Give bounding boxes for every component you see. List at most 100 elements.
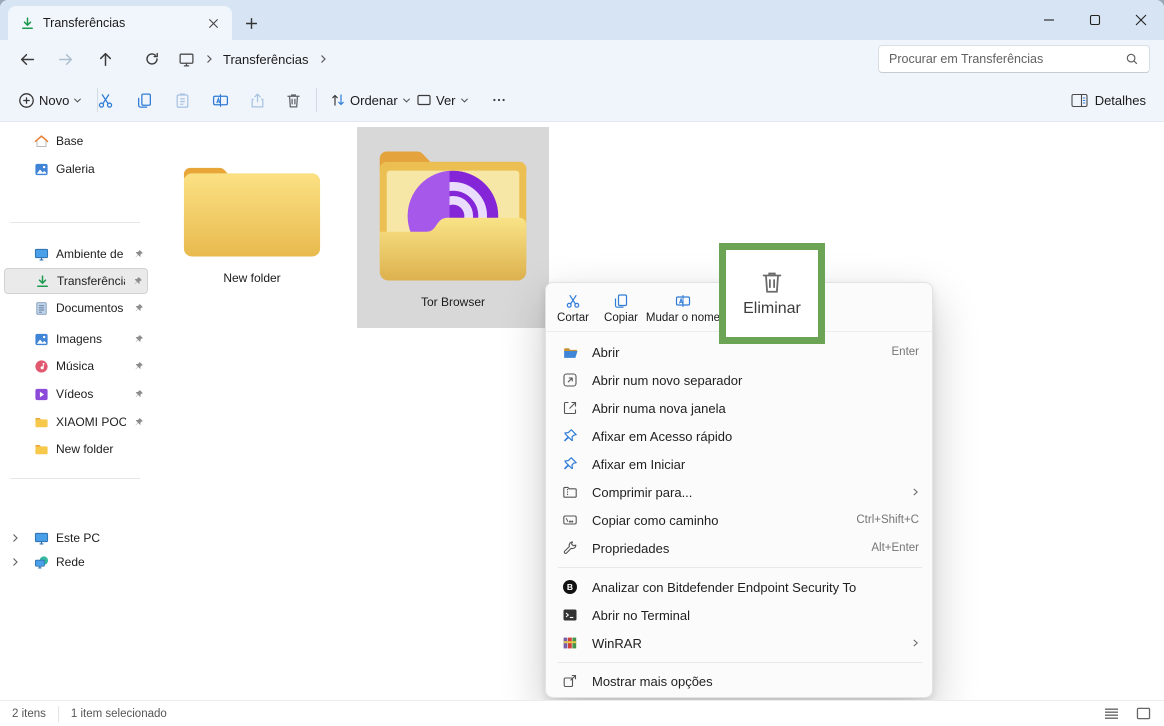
item-count: 2 itens	[0, 706, 59, 722]
menu-item-propriedades[interactable]: Propriedades Alt+Enter	[551, 534, 929, 562]
toolbar-divider	[316, 88, 317, 112]
details-pane-button[interactable]: Detalhes	[1071, 85, 1146, 115]
sidebar-item-musica[interactable]: Música	[4, 353, 148, 379]
new-button[interactable]: Novo	[10, 85, 90, 115]
close-button[interactable]	[1118, 0, 1164, 40]
sidebar-item-label: Ambiente de tra	[56, 247, 126, 261]
cut-command-button[interactable]: Cortar	[552, 288, 594, 328]
folder-icon	[34, 415, 49, 430]
title-bar: Transferências	[0, 0, 1164, 40]
menu-item-label: Afixar em Iniciar	[592, 457, 919, 472]
maximize-button[interactable]	[1072, 0, 1118, 40]
more-options-button[interactable]	[488, 89, 510, 111]
gallery-icon	[34, 162, 49, 177]
menu-item-label: Analizar con Bitdefender Endpoint Securi…	[592, 580, 919, 595]
search-input[interactable]: Procurar em Transferências	[878, 45, 1150, 73]
tab-transferencias[interactable]: Transferências	[8, 6, 232, 40]
sidebar-separator	[10, 478, 140, 479]
refresh-button[interactable]	[137, 44, 167, 74]
menu-item-copiar-como-caminho[interactable]: Copiar como caminho Ctrl+Shift+C	[551, 506, 929, 534]
tab-close-icon[interactable]	[202, 12, 224, 34]
paste-button[interactable]	[171, 89, 193, 111]
cut-command-label: Cortar	[557, 312, 589, 324]
pin-icon	[561, 427, 579, 445]
minimize-button[interactable]	[1026, 0, 1072, 40]
list-view-toggle[interactable]	[1100, 703, 1122, 723]
home-icon	[34, 134, 49, 149]
open-folder-icon	[561, 343, 579, 361]
selection-count: 1 item selecionado	[59, 706, 179, 722]
delete-command-label[interactable]: Eliminar	[743, 300, 801, 318]
menu-item-afixar-iniciar[interactable]: Afixar em Iniciar	[551, 450, 929, 478]
search-icon[interactable]	[1125, 52, 1139, 66]
menu-item-abrir-nova-janela[interactable]: Abrir numa nova janela	[551, 394, 929, 422]
breadcrumb: Transferências	[178, 44, 327, 74]
sidebar-item-xiaomi-poco[interactable]: XIAOMI POCO F	[4, 409, 148, 435]
forward-button[interactable]	[50, 44, 80, 74]
menu-item-afixar-acesso-rapido[interactable]: Afixar em Acesso rápido	[551, 422, 929, 450]
view-button[interactable]: Ver	[408, 85, 477, 115]
pin-icon	[134, 417, 144, 427]
menu-item-abrir-novo-separador[interactable]: Abrir num novo separador	[551, 366, 929, 394]
menu-item-label: Comprimir para...	[592, 485, 899, 500]
music-icon	[34, 359, 49, 374]
menu-item-winrar[interactable]: WinRAR	[551, 629, 929, 657]
pin-icon	[561, 455, 579, 473]
breadcrumb-segment[interactable]: Transferências	[223, 52, 309, 67]
sidebar: Base Galeria Ambiente de tra Transferênc…	[0, 122, 152, 700]
new-plus-icon	[18, 92, 35, 109]
command-bar: Novo Ordenar	[0, 78, 1164, 122]
menu-item-abrir-terminal[interactable]: Abrir no Terminal	[551, 601, 929, 629]
sidebar-item-label: Imagens	[56, 332, 126, 346]
rename-command-button[interactable]: Mudar o nome	[644, 288, 722, 328]
sidebar-item-imagens[interactable]: Imagens	[4, 326, 148, 352]
wrench-icon	[561, 539, 579, 557]
search-placeholder: Procurar em Transferências	[889, 52, 1125, 66]
sort-button[interactable]: Ordenar	[322, 85, 419, 115]
sidebar-item-label: Música	[56, 359, 126, 373]
copy-button[interactable]	[133, 89, 155, 111]
delete-command-icon[interactable]	[759, 269, 785, 295]
menu-item-label: Copiar como caminho	[592, 513, 843, 528]
up-button[interactable]	[90, 44, 120, 74]
sidebar-item-ambiente-de-trabalho[interactable]: Ambiente de tra	[4, 241, 148, 267]
sort-icon	[330, 92, 346, 108]
sidebar-item-transferencias[interactable]: Transferências	[4, 268, 148, 294]
chevron-down-icon	[460, 97, 469, 104]
menu-item-label: Abrir numa nova janela	[592, 401, 919, 416]
compress-zip-icon	[561, 483, 579, 501]
new-tab-button[interactable]	[240, 12, 262, 34]
sidebar-item-base[interactable]: Base	[4, 128, 148, 154]
delete-button[interactable]	[282, 89, 304, 111]
file-tile-tor-browser[interactable]: Tor Browser	[357, 127, 549, 328]
sidebar-item-label: Rede	[56, 555, 144, 569]
sidebar-item-documentos[interactable]: Documentos	[4, 295, 148, 321]
this-pc-icon[interactable]	[178, 51, 195, 68]
sidebar-item-label: Vídeos	[56, 387, 126, 401]
file-explorer-window: Transferências	[0, 0, 1164, 726]
sidebar-item-label: New folder	[56, 442, 144, 456]
pin-icon	[133, 276, 143, 286]
sidebar-item-rede[interactable]: Rede	[4, 549, 148, 575]
sidebar-item-label: Documentos	[56, 301, 126, 315]
copy-command-button[interactable]: Copiar	[598, 288, 644, 328]
more-options-icon	[561, 672, 579, 690]
menu-item-mostrar-mais-opcoes[interactable]: Mostrar mais opções	[551, 667, 929, 695]
cut-button[interactable]	[94, 89, 116, 111]
open-in-new-window-icon	[561, 399, 579, 417]
file-name: Tor Browser	[357, 295, 549, 309]
large-icons-view-toggle[interactable]	[1132, 703, 1154, 723]
menu-item-comprimir-para[interactable]: Comprimir para...	[551, 478, 929, 506]
file-tile-new-folder[interactable]: New folder	[156, 127, 348, 328]
sidebar-item-videos[interactable]: Vídeos	[4, 381, 148, 407]
status-bar: 2 itens 1 item selecionado	[0, 700, 1164, 726]
back-button[interactable]	[12, 44, 42, 74]
sidebar-item-new-folder[interactable]: New folder	[4, 436, 148, 462]
sidebar-item-galeria[interactable]: Galeria	[4, 156, 148, 182]
sidebar-item-este-pc[interactable]: Este PC	[4, 525, 148, 551]
rename-button[interactable]	[209, 89, 231, 111]
winrar-icon	[561, 634, 579, 652]
menu-item-bitdefender[interactable]: B Analizar con Bitdefender Endpoint Secu…	[551, 573, 929, 601]
sidebar-item-label: Base	[56, 134, 144, 148]
share-button[interactable]	[246, 89, 268, 111]
